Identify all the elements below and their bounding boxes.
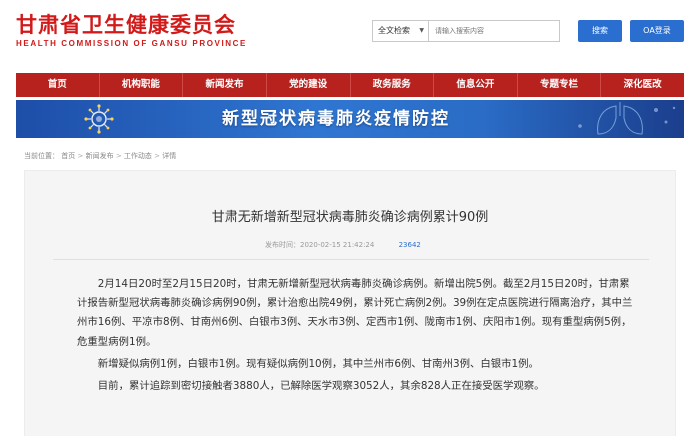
breadcrumb: 当前位置： 首页 > 新闻发布 > 工作动态 > 详情 — [24, 151, 176, 161]
nav-item-reform[interactable]: 深化医改 — [601, 73, 684, 97]
site-logo-chinese[interactable]: 甘肃省卫生健康委员会 — [16, 13, 236, 37]
breadcrumb-news[interactable]: 新闻发布 — [86, 152, 114, 160]
nav-item-topics[interactable]: 专题专栏 — [518, 73, 602, 97]
article-paragraph: 新增疑似病例1例，白银市1例。现有疑似病例10例，其中兰州市6例、甘南州3例、白… — [97, 357, 539, 370]
article-paragraph: 目前，累计追踪到密切接触者3880人，已解除医学观察3052人，其余828人正在… — [97, 380, 545, 393]
article-panel: 甘肃无新增新型冠状病毒肺炎确诊病例累计90例 发布时间：2020-02-15 2… — [24, 170, 676, 436]
article-title: 甘肃无新增新型冠状病毒肺炎确诊病例累计90例 — [211, 210, 489, 225]
view-count: 23642 — [398, 241, 421, 249]
lungs-decoration-icon — [578, 102, 676, 135]
breadcrumb-separator: > — [77, 152, 84, 160]
article-meta: 发布时间：2020-02-15 21:42:24 23642 — [265, 240, 421, 250]
search-input[interactable] — [429, 21, 559, 41]
breadcrumb-work-updates[interactable]: 工作动态 — [124, 152, 152, 160]
search-scope-select[interactable]: 全文检索 ▼ — [373, 21, 429, 41]
search-button[interactable]: 搜索 — [578, 20, 622, 42]
breadcrumb-separator: > — [154, 152, 161, 160]
breadcrumb-detail: 详情 — [162, 152, 177, 160]
nav-item-services[interactable]: 政务服务 — [351, 73, 435, 97]
virus-icon — [84, 104, 114, 134]
publish-time: 发布时间：2020-02-15 21:42:24 — [265, 241, 375, 249]
nav-item-organization[interactable]: 机构职能 — [100, 73, 184, 97]
nav-item-news[interactable]: 新闻发布 — [183, 73, 267, 97]
breadcrumb-separator: > — [115, 152, 122, 160]
main-nav: 首页 机构职能 新闻发布 党的建设 政务服务 信息公开 专题专栏 深化医改 — [16, 73, 684, 97]
banner-title: 新型冠状病毒肺炎疫情防控 — [222, 109, 450, 129]
nav-item-party[interactable]: 党的建设 — [267, 73, 351, 97]
search-box: 全文检索 ▼ — [372, 20, 560, 42]
nav-item-home[interactable]: 首页 — [16, 73, 100, 97]
article-paragraph: 2月14日20时至2月15日20时，甘肃无新增新型冠状病毒肺炎确诊病例。新增出院… — [77, 278, 633, 348]
search-scope-label: 全文检索 — [378, 26, 410, 35]
breadcrumb-label: 当前位置： — [24, 152, 59, 160]
breadcrumb-home[interactable]: 首页 — [61, 152, 75, 160]
epidemic-banner[interactable]: 新型冠状病毒肺炎疫情防控 — [16, 100, 684, 138]
site-header: 甘肃省卫生健康委员会 HEALTH COMMISSION OF GANSU PR… — [0, 0, 700, 60]
oa-login-button[interactable]: OA登录 — [630, 20, 684, 42]
article-body: 2月14日20时至2月15日20时，甘肃无新增新型冠状病毒肺炎确诊病例。新增出院… — [77, 275, 637, 396]
site-logo-english: HEALTH COMMISSION OF GANSU PROVINCE — [16, 39, 247, 48]
nav-item-disclosure[interactable]: 信息公开 — [434, 73, 518, 97]
divider — [53, 259, 649, 260]
chevron-down-icon: ▼ — [419, 27, 424, 34]
